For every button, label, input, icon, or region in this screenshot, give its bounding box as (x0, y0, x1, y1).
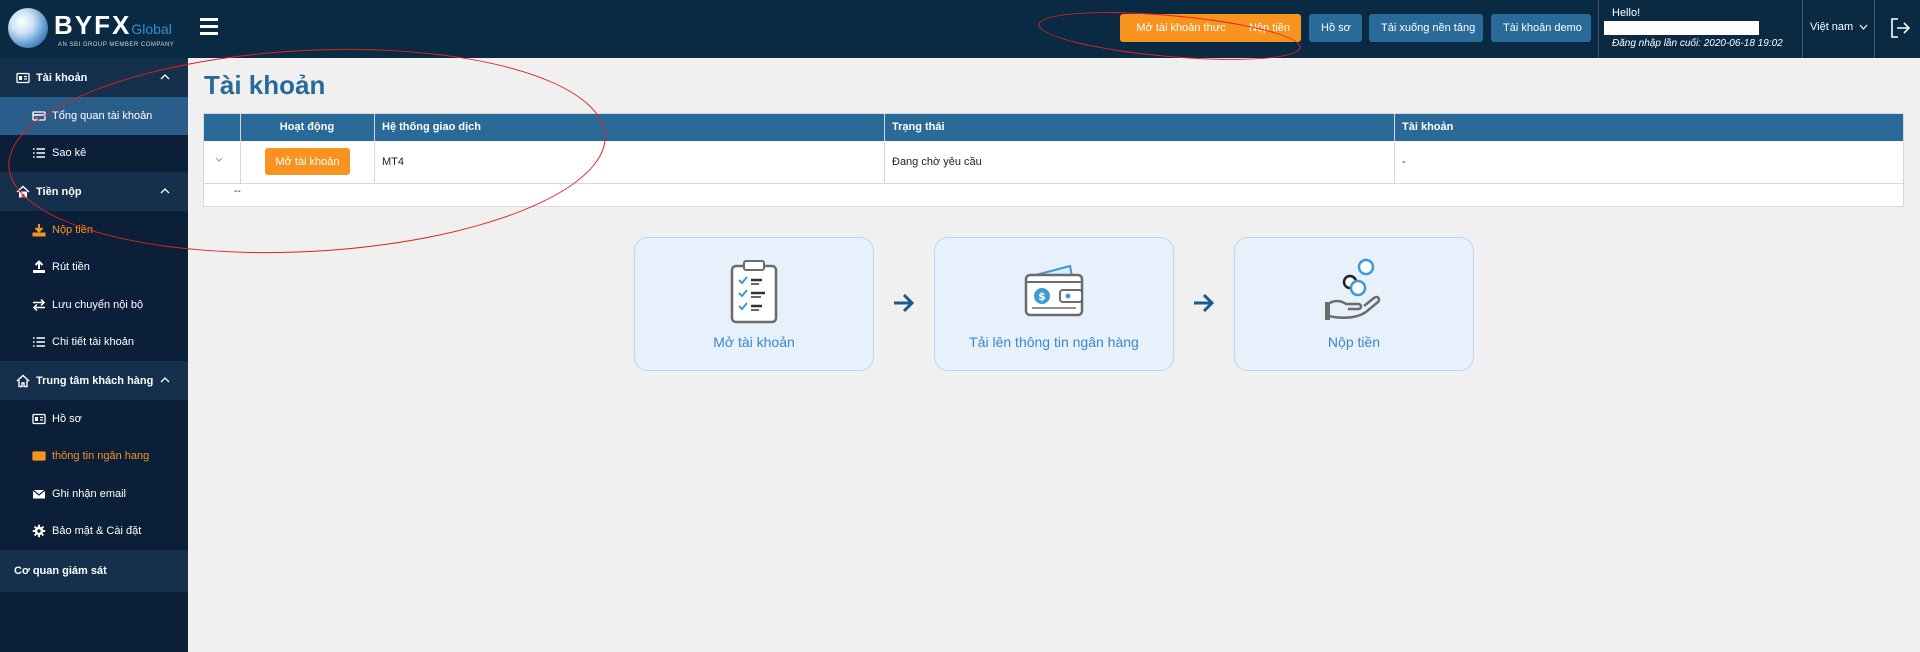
globe-logo-icon (8, 8, 48, 48)
profile-button[interactable]: Hồ sơ (1309, 14, 1362, 42)
step-upload-bank-info[interactable]: $ Tải lên thông tin ngân hàng (934, 237, 1174, 371)
divider (1874, 0, 1875, 58)
sidebar-group-label: Tài khoản (36, 71, 88, 84)
sidebar-item-bank-info[interactable]: thông tin ngân hang (0, 438, 188, 476)
sidebar-item-label: thông tin ngân hang (52, 450, 150, 463)
gear-icon (32, 525, 46, 538)
step-label: Tải lên thông tin ngân hàng (969, 334, 1139, 350)
step-label: Mở tài khoản (713, 334, 795, 350)
hand-coins-icon (1325, 258, 1381, 320)
sidebar-item-security-settings[interactable]: Bảo mật & Cài đặt (0, 513, 188, 551)
clipboard-checklist-icon (730, 260, 778, 324)
upload-icon (33, 260, 45, 274)
logout-icon[interactable] (1888, 16, 1912, 40)
sidebar-item-account-details[interactable]: Chi tiết tài khoản (0, 324, 188, 362)
download-platform-button[interactable]: Tải xuống nền tảng (1369, 14, 1483, 42)
language-selector[interactable]: Việt nam (1810, 21, 1868, 33)
brand-suffix: Global (131, 21, 172, 37)
id-card-icon (16, 72, 30, 83)
chevron-down-icon (1859, 24, 1868, 30)
column-divider (1394, 114, 1395, 183)
table-cell-status: Đang chờ yêu cầu (892, 156, 982, 168)
sidebar-item-internal-transfer[interactable]: Lưu chuyển nội bộ (0, 286, 188, 324)
sidebar-item-regulator[interactable]: Cơ quan giám sát (0, 550, 188, 592)
table-header: Tài khoản (1394, 114, 1903, 141)
envelope-icon (32, 489, 46, 499)
step-deposit[interactable]: Nộp tiền (1234, 237, 1474, 371)
brand-tagline: AN SBI GROUP MEMBER COMPANY (58, 42, 175, 48)
brand-name: BYFX (54, 10, 132, 40)
divider (1598, 0, 1599, 58)
transfer-arrows-icon (32, 298, 46, 311)
sidebar-item-label: Rút tiền (52, 261, 90, 274)
demo-account-button[interactable]: Tài khoản demo (1491, 14, 1591, 42)
arrow-right-icon (1194, 293, 1215, 313)
sidebar-item-profile[interactable]: Hồ sơ (0, 400, 188, 438)
sidebar-item-label: Ghi nhận email (52, 487, 126, 500)
language-label: Việt nam (1810, 21, 1854, 33)
sidebar-group-label: Trung tâm khách hàng (36, 374, 154, 387)
divider (1802, 0, 1803, 58)
last-login-text: Đăng nhập lần cuối: 2020-06-18 19:02 (1612, 38, 1783, 49)
step-open-account[interactable]: Mở tài khoản (634, 237, 874, 371)
table-header: Trạng thái (884, 114, 1394, 141)
arrow-right-icon (894, 293, 915, 313)
id-card-icon (32, 413, 46, 424)
user-name-redacted (1604, 21, 1759, 35)
svg-text:$: $ (1038, 290, 1046, 303)
list-icon (33, 337, 45, 347)
home-icon (16, 373, 30, 387)
wallet-icon: $ (1024, 264, 1084, 317)
sidebar-item-label: Lưu chuyển nội bộ (52, 298, 144, 311)
sidebar-item-label: Bảo mật & Cài đặt (52, 525, 142, 538)
download-icon (32, 223, 46, 237)
top-bar: BYFXGlobal AN SBI GROUP MEMBER COMPANY M… (0, 0, 1920, 58)
credit-card-icon (32, 451, 46, 461)
sidebar-item-label: Cơ quan giám sát (14, 565, 107, 577)
sidebar-item-label: Hồ sơ (52, 412, 82, 425)
brand-logo[interactable]: BYFXGlobal AN SBI GROUP MEMBER COMPANY (6, 6, 186, 52)
sidebar-group-customer-center[interactable]: Trung tâm khách hàng (0, 361, 188, 400)
sidebar-item-withdraw[interactable]: Rút tiền (0, 249, 188, 287)
greeting: Hello! (1612, 7, 1641, 19)
menu-toggle-icon[interactable] (200, 18, 218, 38)
step-label: Nộp tiền (1327, 334, 1381, 350)
sidebar-item-label: Chi tiết tài khoản (52, 336, 134, 349)
table-cell-account: - (1402, 156, 1406, 168)
sidebar-item-email-confirm[interactable]: Ghi nhận email (0, 475, 188, 513)
chevron-up-icon (160, 377, 170, 383)
column-divider (884, 114, 885, 183)
